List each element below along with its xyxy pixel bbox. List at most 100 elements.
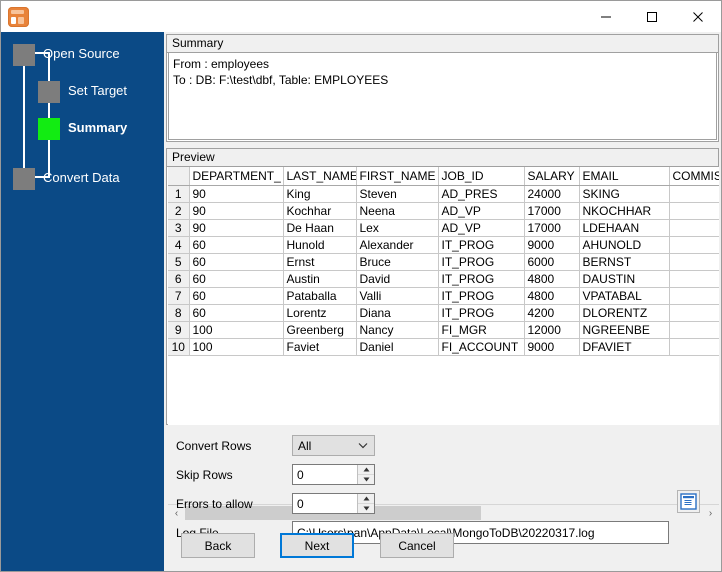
grid-cell[interactable]: Lex [356, 219, 439, 237]
errors-to-allow-spin-buttons[interactable] [357, 494, 374, 513]
grid-column-header[interactable]: LAST_NAME [283, 167, 357, 186]
grid-cell[interactable]: 24000 [524, 185, 580, 203]
grid-cell[interactable] [669, 202, 719, 220]
grid-row-number[interactable]: 8 [168, 304, 190, 322]
table-row[interactable]: 8 60 Lorentz Diana IT_PROG 4200 DLORENTZ [168, 304, 719, 322]
grid-cell[interactable]: 60 [189, 236, 284, 254]
sidebar-step-convert-data[interactable]: Convert Data [1, 163, 164, 191]
grid-cell[interactable]: 90 [189, 202, 284, 220]
grid-cell[interactable]: 90 [189, 185, 284, 203]
grid-cell[interactable] [669, 304, 719, 322]
grid-cell[interactable] [669, 253, 719, 271]
grid-cell[interactable]: SKING [579, 185, 670, 203]
convert-rows-dropdown[interactable]: All [292, 435, 375, 456]
grid-cell[interactable]: AD_PRES [438, 185, 525, 203]
skip-rows-spin-buttons[interactable] [357, 465, 374, 484]
grid-cell[interactable]: FI_MGR [438, 321, 525, 339]
grid-cell[interactable] [669, 287, 719, 305]
grid-cell[interactable]: 4200 [524, 304, 580, 322]
grid-cell[interactable]: 17000 [524, 219, 580, 237]
grid-cell[interactable]: Nancy [356, 321, 439, 339]
back-button[interactable]: Back [181, 533, 255, 558]
grid-cell[interactable]: LDEHAAN [579, 219, 670, 237]
spin-down-icon[interactable] [358, 474, 374, 484]
grid-cell[interactable]: DFAVIET [579, 338, 670, 356]
table-row[interactable]: 4 60 Hunold Alexander IT_PROG 9000 AHUNOLD [168, 236, 719, 254]
table-row[interactable]: 6 60 Austin David IT_PROG 4800 DAUSTIN [168, 270, 719, 288]
grid-cell[interactable]: BERNST [579, 253, 670, 271]
grid-cell[interactable]: De Haan [283, 219, 357, 237]
spin-down-icon[interactable] [358, 503, 374, 513]
grid-cell[interactable]: 60 [189, 304, 284, 322]
grid-row-number[interactable]: 7 [168, 287, 190, 305]
sidebar-step-open-source[interactable]: Open Source [1, 39, 164, 67]
spin-up-icon[interactable] [358, 494, 374, 504]
grid-cell[interactable]: Daniel [356, 338, 439, 356]
grid-cell[interactable]: King [283, 185, 357, 203]
grid-cell[interactable]: 9000 [524, 236, 580, 254]
table-row[interactable]: 5 60 Ernst Bruce IT_PROG 6000 BERNST [168, 253, 719, 271]
grid-cell[interactable]: Neena [356, 202, 439, 220]
grid-cell[interactable]: 4800 [524, 270, 580, 288]
close-button[interactable] [675, 1, 721, 32]
log-file-browse-button[interactable] [677, 490, 700, 513]
table-row[interactable]: 1 90 King Steven AD_PRES 24000 SKING [168, 185, 719, 203]
errors-to-allow-stepper[interactable]: 0 [292, 493, 375, 514]
maximize-button[interactable] [629, 1, 675, 32]
grid-cell[interactable]: NKOCHHAR [579, 202, 670, 220]
grid-cell[interactable]: Hunold [283, 236, 357, 254]
grid-column-header[interactable]: JOB_ID [438, 167, 525, 186]
grid-cell[interactable]: AD_VP [438, 202, 525, 220]
grid-cell[interactable]: NGREENBE [579, 321, 670, 339]
grid-cell[interactable] [669, 185, 719, 203]
grid-cell[interactable]: 90 [189, 219, 284, 237]
grid-row-number[interactable]: 1 [168, 185, 190, 203]
grid-row-number[interactable]: 5 [168, 253, 190, 271]
grid-cell[interactable]: Pataballa [283, 287, 357, 305]
grid-cell[interactable]: AD_VP [438, 219, 525, 237]
grid-cell[interactable]: Ernst [283, 253, 357, 271]
sidebar-step-set-target[interactable]: Set Target [1, 76, 164, 104]
grid-cell[interactable]: DAUSTIN [579, 270, 670, 288]
grid-column-header[interactable]: FIRST_NAME [356, 167, 439, 186]
scroll-right-arrow-icon[interactable]: › [702, 505, 719, 521]
grid-row-number[interactable]: 10 [168, 338, 190, 356]
table-row[interactable]: 10 100 Faviet Daniel FI_ACCOUNT 9000 DFAVIET [168, 338, 719, 356]
grid-row-number[interactable]: 9 [168, 321, 190, 339]
grid-cell[interactable] [669, 236, 719, 254]
grid-cell[interactable] [669, 219, 719, 237]
next-button[interactable]: Next [280, 533, 354, 558]
grid-cell[interactable] [669, 338, 719, 356]
grid-cell[interactable]: VPATABAL [579, 287, 670, 305]
grid-cell[interactable]: Greenberg [283, 321, 357, 339]
grid-cell[interactable]: DLORENTZ [579, 304, 670, 322]
table-row[interactable]: 2 90 Kochhar Neena AD_VP 17000 NKOCHHAR [168, 202, 719, 220]
grid-column-header[interactable]: SALARY [524, 167, 580, 186]
grid-cell[interactable]: 100 [189, 338, 284, 356]
grid-cell[interactable]: 9000 [524, 338, 580, 356]
skip-rows-stepper[interactable]: 0 [292, 464, 375, 485]
table-row[interactable]: 9 100 Greenberg Nancy FI_MGR 12000 NGREENBE [168, 321, 719, 339]
grid-cell[interactable]: Faviet [283, 338, 357, 356]
grid-cell[interactable]: Kochhar [283, 202, 357, 220]
grid-cell[interactable]: 60 [189, 270, 284, 288]
grid-cell[interactable]: Valli [356, 287, 439, 305]
grid-cell[interactable]: Austin [283, 270, 357, 288]
grid-row-number[interactable]: 4 [168, 236, 190, 254]
preview-grid-container[interactable]: DEPARTMENT_ LAST_NAME FIRST_NAME JOB_ID SALA… [168, 167, 719, 425]
grid-cell[interactable]: David [356, 270, 439, 288]
cancel-button[interactable]: Cancel [380, 533, 454, 558]
spin-up-icon[interactable] [358, 465, 374, 475]
grid-cell[interactable]: IT_PROG [438, 304, 525, 322]
grid-row-number[interactable]: 6 [168, 270, 190, 288]
summary-textarea[interactable]: From : employees To : DB: F:\test\dbf, T… [168, 53, 717, 140]
grid-cell[interactable]: Lorentz [283, 304, 357, 322]
grid-cell[interactable]: Alexander [356, 236, 439, 254]
grid-cell[interactable]: IT_PROG [438, 287, 525, 305]
grid-cell[interactable]: Steven [356, 185, 439, 203]
table-row[interactable]: 7 60 Pataballa Valli IT_PROG 4800 VPATABAL [168, 287, 719, 305]
grid-column-header[interactable]: EMAIL [579, 167, 670, 186]
grid-column-header[interactable]: DEPARTMENT_ [189, 167, 284, 186]
grid-cell[interactable]: FI_ACCOUNT [438, 338, 525, 356]
grid-cell[interactable]: 17000 [524, 202, 580, 220]
